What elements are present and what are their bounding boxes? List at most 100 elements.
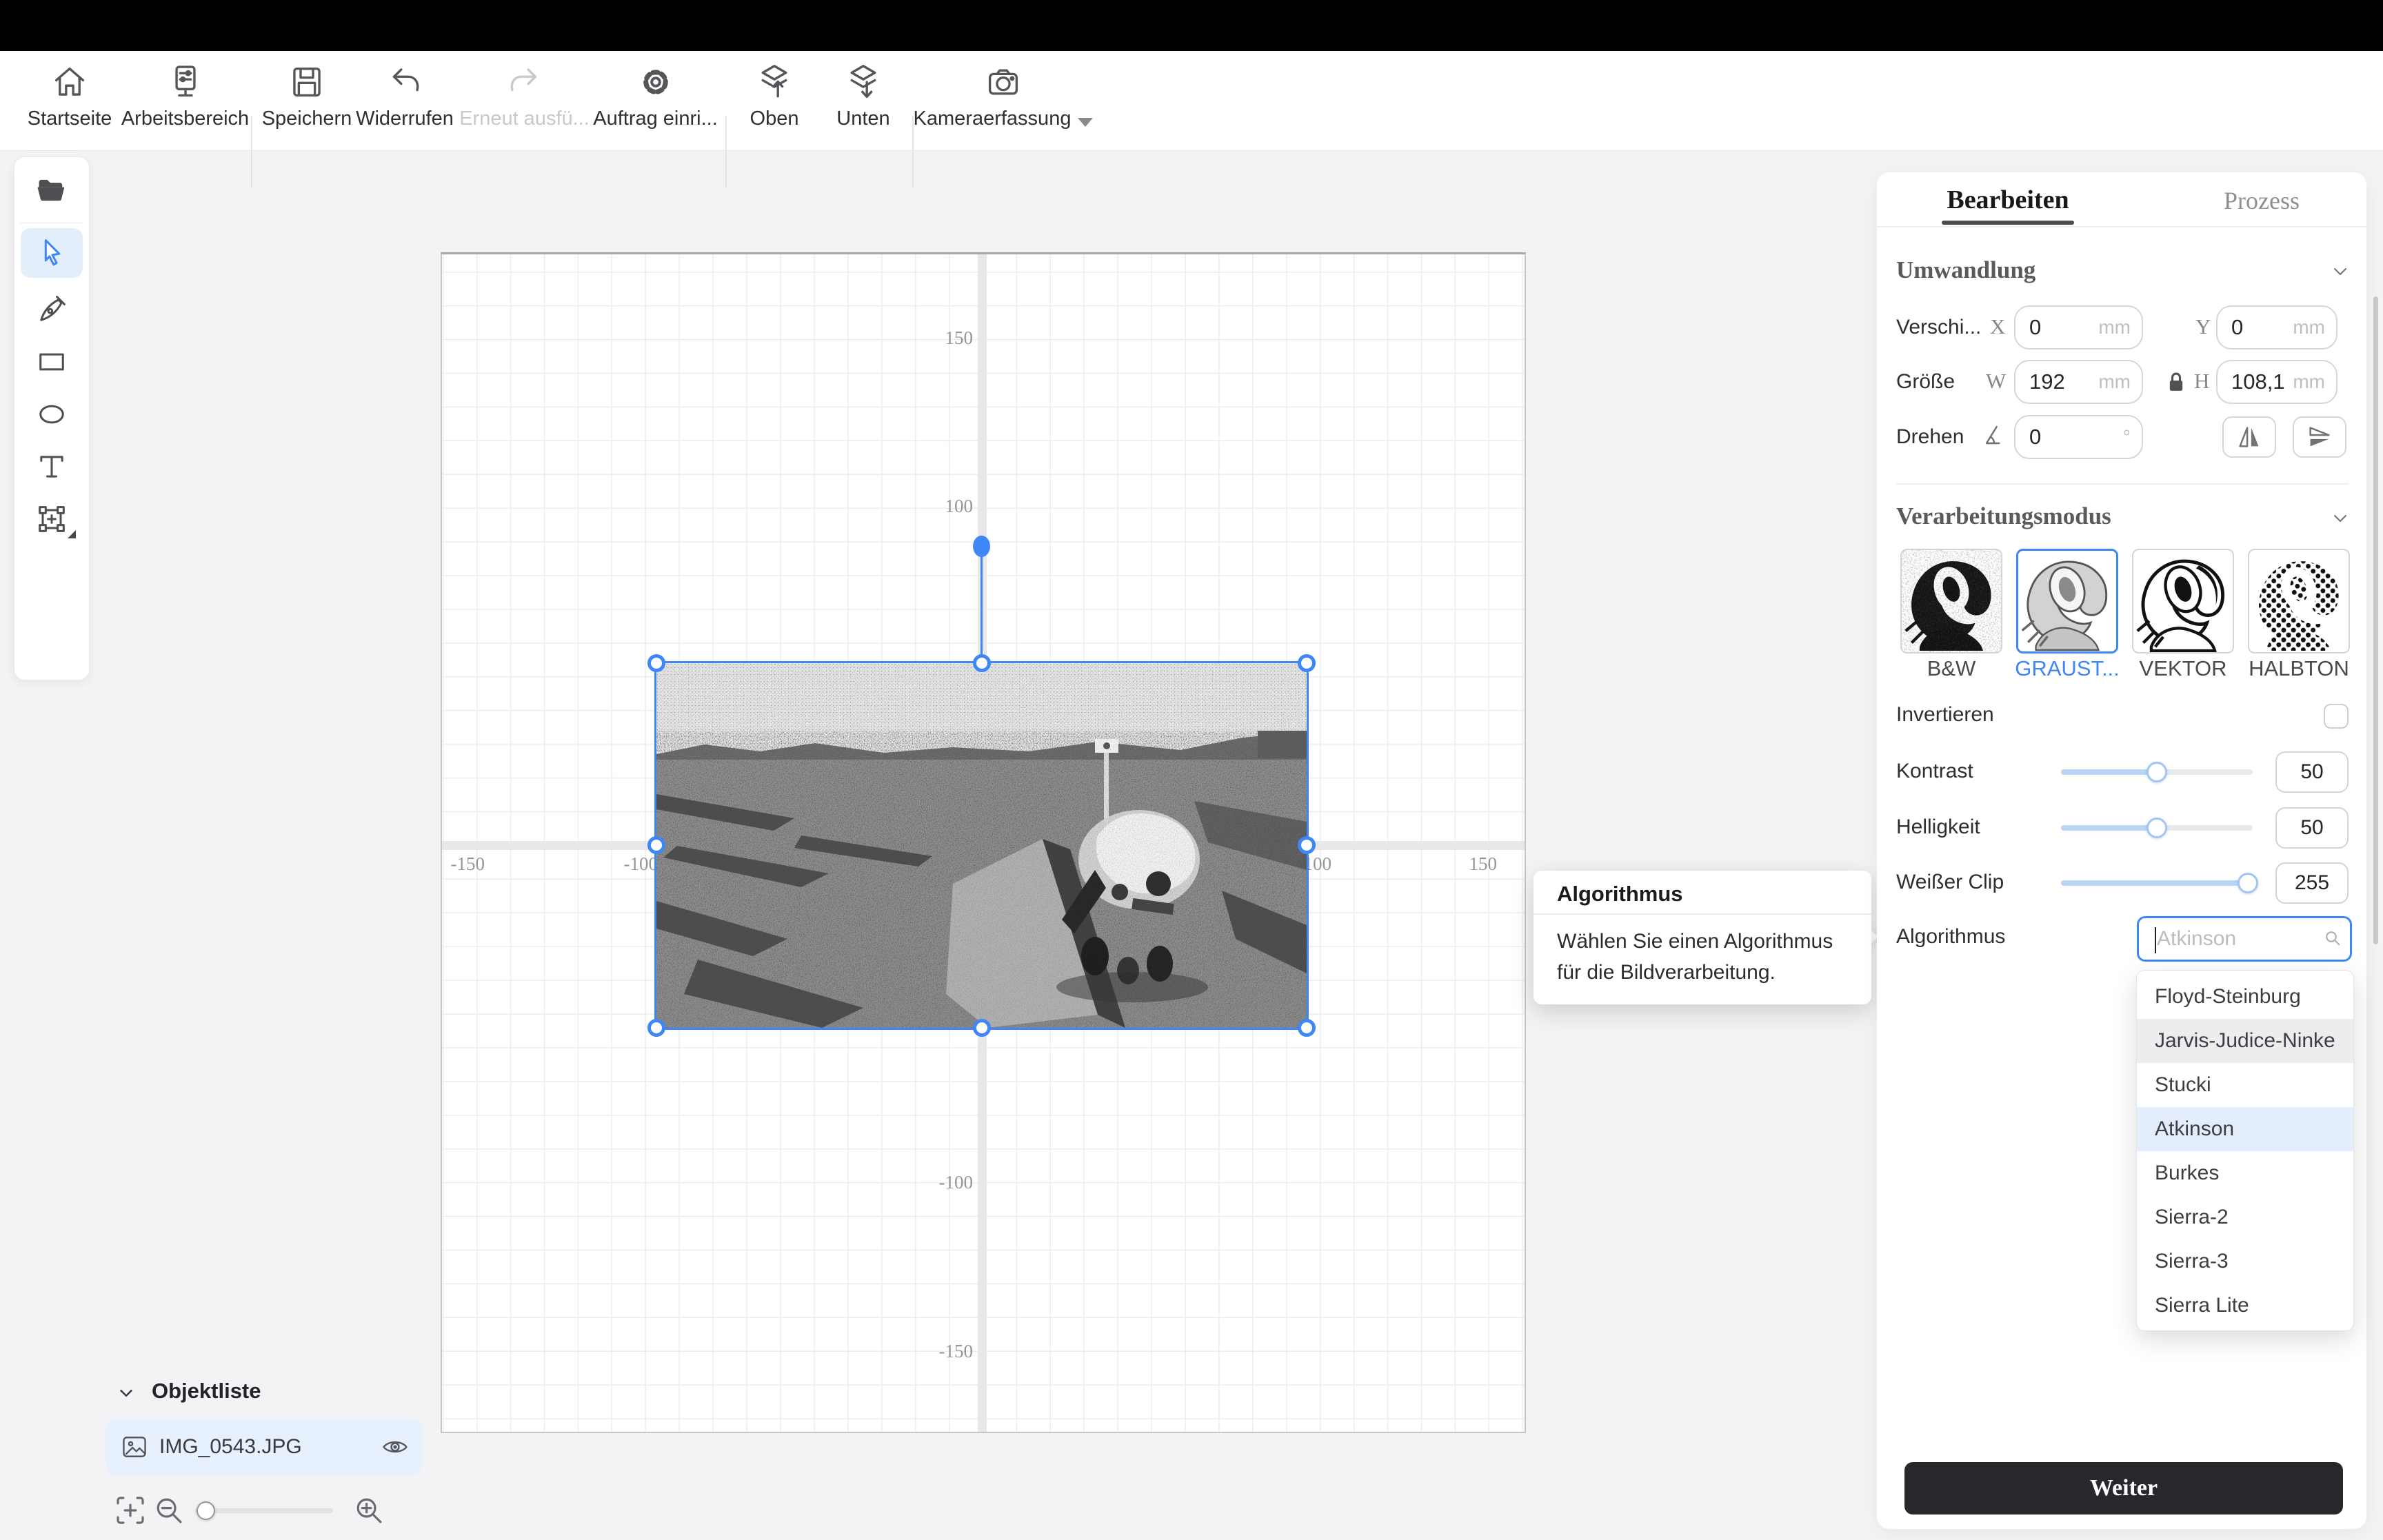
- bring-up-button[interactable]: Oben: [743, 51, 805, 150]
- zoom-slider-track[interactable]: [195, 1508, 333, 1513]
- height-input[interactable]: [2218, 369, 2304, 395]
- divider: [1534, 913, 1871, 915]
- handle-mid-right[interactable]: [1298, 836, 1316, 854]
- handle-top-center[interactable]: [973, 654, 991, 672]
- panel-scrollbar[interactable]: [2373, 296, 2378, 944]
- zoom-in-button[interactable]: [350, 1492, 388, 1529]
- zoom-out-button[interactable]: [150, 1492, 188, 1529]
- handle-top-left[interactable]: [647, 654, 665, 672]
- save-button[interactable]: Speichern: [262, 51, 352, 150]
- undo-label: Widerrufen: [356, 108, 454, 130]
- design-canvas[interactable]: 150 100 -100 -150 -150 -100 100 150: [441, 252, 1526, 1433]
- dropdown-item-floyd-steinburg[interactable]: Floyd-Steinburg: [2137, 975, 2353, 1019]
- home-button[interactable]: Startseite: [25, 51, 114, 150]
- contrast-value[interactable]: 50: [2275, 751, 2349, 793]
- algorithm-combobox[interactable]: [2137, 916, 2352, 962]
- lock-icon[interactable]: [2161, 365, 2191, 398]
- rotate-input[interactable]: [2015, 424, 2107, 450]
- layer-up-icon: [761, 65, 787, 98]
- mode-bw-card[interactable]: [1900, 549, 2002, 654]
- collapse-chevron-icon[interactable]: [116, 1383, 137, 1404]
- invert-checkbox[interactable]: [2324, 704, 2349, 729]
- mode-vector-label[interactable]: VEKTOR: [2125, 656, 2241, 681]
- dropdown-item-burkes[interactable]: Burkes: [2137, 1151, 2353, 1195]
- handle-mid-left[interactable]: [647, 836, 665, 854]
- algorithm-tooltip: Algorithmus Wählen Sie einen Algorithmus…: [1534, 871, 1871, 1004]
- dropdown-item-sierra-2[interactable]: Sierra-2: [2137, 1195, 2353, 1239]
- fit-to-screen-button[interactable]: [112, 1492, 149, 1529]
- rotate-handle[interactable]: [973, 536, 990, 557]
- home-icon: [54, 67, 85, 96]
- ellipse-tool[interactable]: [21, 389, 83, 439]
- active-tab-underline: [1942, 221, 2074, 225]
- handle-bottom-center[interactable]: [973, 1019, 991, 1037]
- camera-icon: [988, 69, 1018, 95]
- zoom-slider-thumb[interactable]: [197, 1501, 215, 1520]
- text-tool[interactable]: [21, 442, 83, 492]
- flip-vertical-icon: [2309, 427, 2330, 447]
- white-clip-slider-thumb[interactable]: [2238, 873, 2258, 893]
- handle-top-right[interactable]: [1298, 654, 1316, 672]
- white-clip-value[interactable]: 255: [2275, 862, 2349, 904]
- mode-vector-card[interactable]: [2132, 549, 2234, 654]
- flip-vertical-button[interactable]: [2293, 416, 2346, 458]
- pen-icon: [40, 296, 66, 321]
- dropdown-item-sierra-3[interactable]: Sierra-3: [2137, 1239, 2353, 1284]
- open-file-button[interactable]: [21, 165, 83, 215]
- redo-button[interactable]: Erneut ausfü...: [459, 51, 590, 150]
- brightness-slider-thumb[interactable]: [2146, 818, 2167, 838]
- workspace-button[interactable]: Arbeitsbereich: [121, 51, 249, 150]
- object-list-item[interactable]: IMG_0543.JPG: [105, 1419, 423, 1475]
- select-tool[interactable]: [21, 228, 83, 278]
- flip-horizontal-icon: [2239, 427, 2259, 447]
- handle-bottom-left[interactable]: [647, 1019, 665, 1037]
- bring-up-label: Oben: [750, 108, 799, 130]
- x-input[interactable]: [2015, 314, 2107, 341]
- undo-button[interactable]: Widerrufen: [353, 51, 456, 150]
- handle-bottom-right[interactable]: [1298, 1019, 1316, 1037]
- contrast-slider-thumb[interactable]: [2146, 762, 2167, 782]
- ruler-label: 100: [945, 496, 974, 516]
- rotate-input-field: °: [2014, 415, 2143, 459]
- tooltip-title: Algorithmus: [1557, 882, 1683, 906]
- ruler-label: -150: [450, 853, 485, 874]
- brightness-value[interactable]: 50: [2275, 807, 2349, 849]
- dropdown-item-jarvis-judice-ninke[interactable]: Jarvis-Judice-Ninke: [2137, 1019, 2353, 1063]
- algorithm-dropdown: Floyd-Steinburg Jarvis-Judice-Ninke Stuc…: [2136, 970, 2354, 1331]
- white-clip-slider-track[interactable]: [2061, 880, 2253, 886]
- x-unit: mm: [2098, 316, 2131, 338]
- mode-grayscale-label[interactable]: GRAUST...: [2009, 656, 2125, 681]
- chevron-down-icon[interactable]: [2329, 261, 2351, 283]
- job-setup-label: Auftrag einri...: [593, 108, 718, 130]
- tab-prozess[interactable]: Prozess: [2193, 186, 2331, 215]
- next-button[interactable]: Weiter: [1904, 1462, 2343, 1514]
- mode-halftone-label[interactable]: HALBTON: [2241, 656, 2357, 681]
- send-down-button[interactable]: Unten: [829, 51, 897, 150]
- rectangle-tool[interactable]: [21, 337, 83, 387]
- x-label: X: [1990, 314, 2006, 338]
- dropdown-item-stucki[interactable]: Stucki: [2137, 1063, 2353, 1107]
- mode-grayscale-card[interactable]: [2016, 549, 2118, 654]
- section-title-mode: Verarbeitungsmodus: [1896, 503, 2111, 529]
- h-unit: mm: [2293, 371, 2325, 392]
- frame-capture-tool[interactable]: [21, 494, 83, 544]
- pen-tool[interactable]: [21, 285, 83, 334]
- dropdown-item-atkinson[interactable]: Atkinson: [2137, 1107, 2353, 1151]
- flip-horizontal-button[interactable]: [2222, 416, 2276, 458]
- job-setup-button[interactable]: Auftrag einri...: [592, 51, 719, 150]
- mode-bw-label[interactable]: B&W: [1893, 656, 2009, 681]
- y-input[interactable]: [2218, 314, 2304, 341]
- visibility-eye-icon[interactable]: [380, 1432, 410, 1462]
- tab-bearbeiten[interactable]: Bearbeiten: [1942, 185, 2074, 215]
- canvas-image[interactable]: [656, 663, 1307, 1028]
- chevron-down-icon[interactable]: [2329, 507, 2351, 529]
- algorithm-search-input[interactable]: [2139, 926, 2317, 951]
- camera-capture-button[interactable]: Kameraerfassung: [914, 51, 1094, 150]
- width-input[interactable]: [2015, 369, 2107, 395]
- mode-halftone-card[interactable]: [2248, 549, 2350, 654]
- workspace-label: Arbeitsbereich: [121, 108, 250, 130]
- dropdown-item-sierra-lite[interactable]: Sierra Lite: [2137, 1284, 2353, 1328]
- camera-capture-label: Kameraerfassung: [914, 108, 1094, 130]
- mode-vector-thumbnail: [2133, 551, 2233, 652]
- rectangle-icon: [39, 353, 64, 371]
